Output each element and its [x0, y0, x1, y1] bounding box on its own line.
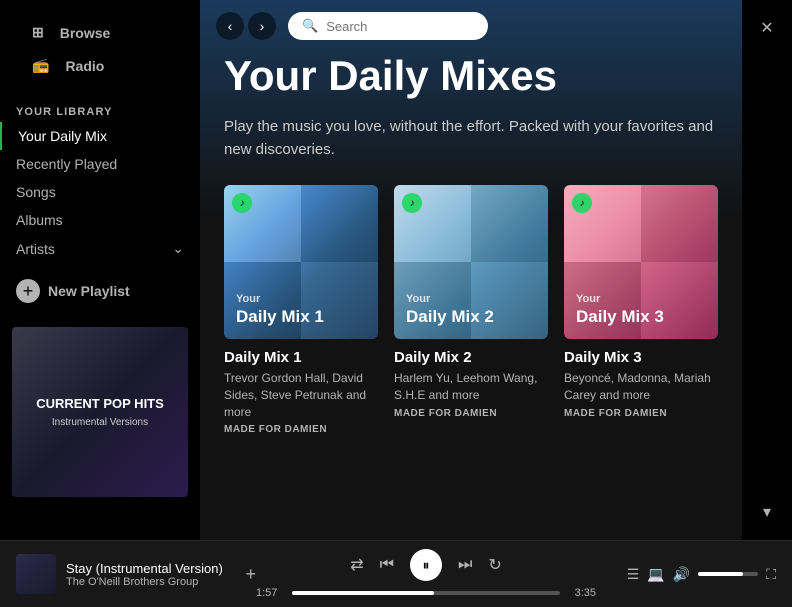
sidebar-album-title: CURRENT POP HITS: [36, 396, 164, 413]
mix1-label-your: Your: [236, 293, 324, 306]
plus-icon: +: [16, 279, 40, 303]
forward-button[interactable]: ›: [248, 12, 276, 40]
sidebar-album-subtitle: Instrumental Versions: [52, 417, 148, 428]
time-current: 1:57: [256, 587, 284, 599]
volume-fill: [698, 572, 743, 576]
devices-button[interactable]: 💻: [647, 566, 664, 583]
radio-icon: 📻: [32, 57, 49, 74]
playback-main: Stay (Instrumental Version) The O'Neill …: [16, 549, 776, 599]
add-to-library-button[interactable]: +: [245, 564, 256, 585]
sidebar-item-albums[interactable]: Albums: [0, 206, 200, 234]
volume-button[interactable]: 🔊: [673, 566, 690, 583]
track-name: Stay (Instrumental Version): [66, 561, 235, 576]
search-icon: 🔍: [302, 18, 318, 34]
mix1-artists: Trevor Gordon Hall, David Sides, Steve P…: [224, 370, 378, 420]
track-thumbnail: [16, 554, 56, 594]
playback-extra: ☰ 💻 🔊 ⛶: [596, 566, 776, 583]
track-artist: The O'Neill Brothers Group: [66, 576, 235, 588]
mix2-quad2: [471, 185, 548, 262]
page-title: Your Daily Mixes: [224, 52, 718, 100]
sidebar-item-recently-played[interactable]: Recently Played: [0, 150, 200, 178]
sidebar: ⊞ Browse 📻 Radio YOUR LIBRARY Your Daily…: [0, 0, 200, 540]
recently-played-label: Recently Played: [16, 156, 117, 172]
mix3-label: Your Daily Mix 3: [576, 293, 664, 327]
search-bar[interactable]: 🔍: [288, 12, 488, 40]
albums-label: Albums: [16, 212, 63, 228]
mix2-note-icon: ♪: [402, 193, 422, 213]
top-bar: ‹ › 🔍: [200, 0, 742, 52]
daily-mix-label: Your Daily Mix: [18, 128, 107, 144]
nav-arrows: ‹ ›: [216, 12, 276, 40]
fullscreen-button[interactable]: ⛶: [766, 566, 776, 583]
progress-track[interactable]: [292, 591, 560, 595]
mix3-note-icon: ♪: [572, 193, 592, 213]
new-playlist-button[interactable]: + New Playlist: [0, 263, 200, 319]
mix3-title: Daily Mix 3: [564, 349, 718, 366]
progress-bar-container: 1:57 3:35: [256, 587, 596, 599]
mix3-artists: Beyoncé, Madonna, Mariah Carey and more: [564, 370, 718, 404]
now-playing-sidebar-art: CURRENT POP HITS Instrumental Versions: [12, 327, 188, 497]
mix-card-2[interactable]: ♪ Your Daily Mix 2 Daily Mix 2 Harlem Yu…: [394, 185, 548, 435]
artists-label: Artists: [16, 241, 55, 257]
library-section-label: YOUR LIBRARY: [0, 90, 200, 122]
shuffle-button[interactable]: ⇄: [350, 555, 363, 575]
time-total: 3:35: [568, 587, 596, 599]
close-button[interactable]: ✕: [751, 12, 783, 44]
sidebar-item-browse[interactable]: ⊞ Browse: [16, 16, 184, 49]
scroll-down-button[interactable]: ▾: [751, 496, 783, 528]
sidebar-item-songs[interactable]: Songs: [0, 178, 200, 206]
next-button[interactable]: ⏭: [458, 556, 472, 574]
mix1-label: Your Daily Mix 1: [236, 293, 324, 327]
back-button[interactable]: ‹: [216, 12, 244, 40]
content-area: Your Daily Mixes Play the music you love…: [200, 52, 742, 540]
mix1-note-icon: ♪: [232, 193, 252, 213]
sidebar-item-radio[interactable]: 📻 Radio: [16, 49, 184, 82]
chevron-down-icon: ⌄: [172, 240, 184, 257]
track-text: Stay (Instrumental Version) The O'Neill …: [66, 561, 235, 588]
page-subtitle: Play the music you love, without the eff…: [224, 116, 718, 161]
mix2-artists: Harlem Yu, Leehom Wang, S.H.E and more: [394, 370, 548, 404]
mix1-title: Daily Mix 1: [224, 349, 378, 366]
control-buttons: ⇄ ⏮ ⏸ ⏭ ↻: [350, 549, 502, 581]
mix2-label: Your Daily Mix 2: [406, 293, 494, 327]
search-input[interactable]: [326, 19, 466, 34]
mix2-image: ♪ Your Daily Mix 2: [394, 185, 548, 339]
playback-controls: ⇄ ⏮ ⏸ ⏭ ↻ 1:57 3:35: [256, 549, 596, 599]
previous-button[interactable]: ⏮: [380, 556, 394, 574]
mix2-label-your: Your: [406, 293, 494, 306]
songs-label: Songs: [16, 184, 56, 200]
mix3-made-for: MADE FOR DAMIEN: [564, 408, 718, 419]
mix-grid: ♪ Your Daily Mix 1 Daily Mix 1 Trevor Go…: [224, 185, 718, 435]
browse-label: Browse: [60, 25, 111, 41]
playback-bar: Stay (Instrumental Version) The O'Neill …: [0, 540, 792, 607]
browse-icon: ⊞: [32, 24, 44, 41]
right-panel: ✕ ▾: [742, 0, 792, 540]
mix-card-1[interactable]: ♪ Your Daily Mix 1 Daily Mix 1 Trevor Go…: [224, 185, 378, 435]
mix1-quad2: [301, 185, 378, 262]
mix1-label-name: Daily Mix 1: [236, 307, 324, 327]
repeat-button[interactable]: ↻: [488, 555, 501, 575]
radio-label: Radio: [65, 58, 104, 74]
mix3-quad2: [641, 185, 718, 262]
mix3-label-your: Your: [576, 293, 664, 306]
sidebar-top: ⊞ Browse 📻 Radio: [0, 8, 200, 90]
mix1-image: ♪ Your Daily Mix 1: [224, 185, 378, 339]
mix3-image: ♪ Your Daily Mix 3: [564, 185, 718, 339]
main-content: ‹ › 🔍 Your Daily Mixes Play the music yo…: [200, 0, 742, 540]
mix3-label-name: Daily Mix 3: [576, 307, 664, 327]
mix-card-3[interactable]: ♪ Your Daily Mix 3 Daily Mix 3 Beyoncé, …: [564, 185, 718, 435]
play-pause-button[interactable]: ⏸: [410, 549, 442, 581]
progress-fill: [292, 591, 434, 595]
sidebar-item-artists[interactable]: Artists ⌄: [0, 234, 200, 263]
track-info: Stay (Instrumental Version) The O'Neill …: [16, 554, 256, 594]
sidebar-item-daily-mix[interactable]: Your Daily Mix: [0, 122, 200, 150]
volume-bar[interactable]: [698, 572, 758, 576]
new-playlist-label: New Playlist: [48, 283, 130, 299]
mix1-made-for: MADE FOR DAMIEN: [224, 424, 378, 435]
mix2-made-for: MADE FOR DAMIEN: [394, 408, 548, 419]
queue-button[interactable]: ☰: [627, 566, 640, 583]
mix2-title: Daily Mix 2: [394, 349, 548, 366]
mix2-label-name: Daily Mix 2: [406, 307, 494, 327]
